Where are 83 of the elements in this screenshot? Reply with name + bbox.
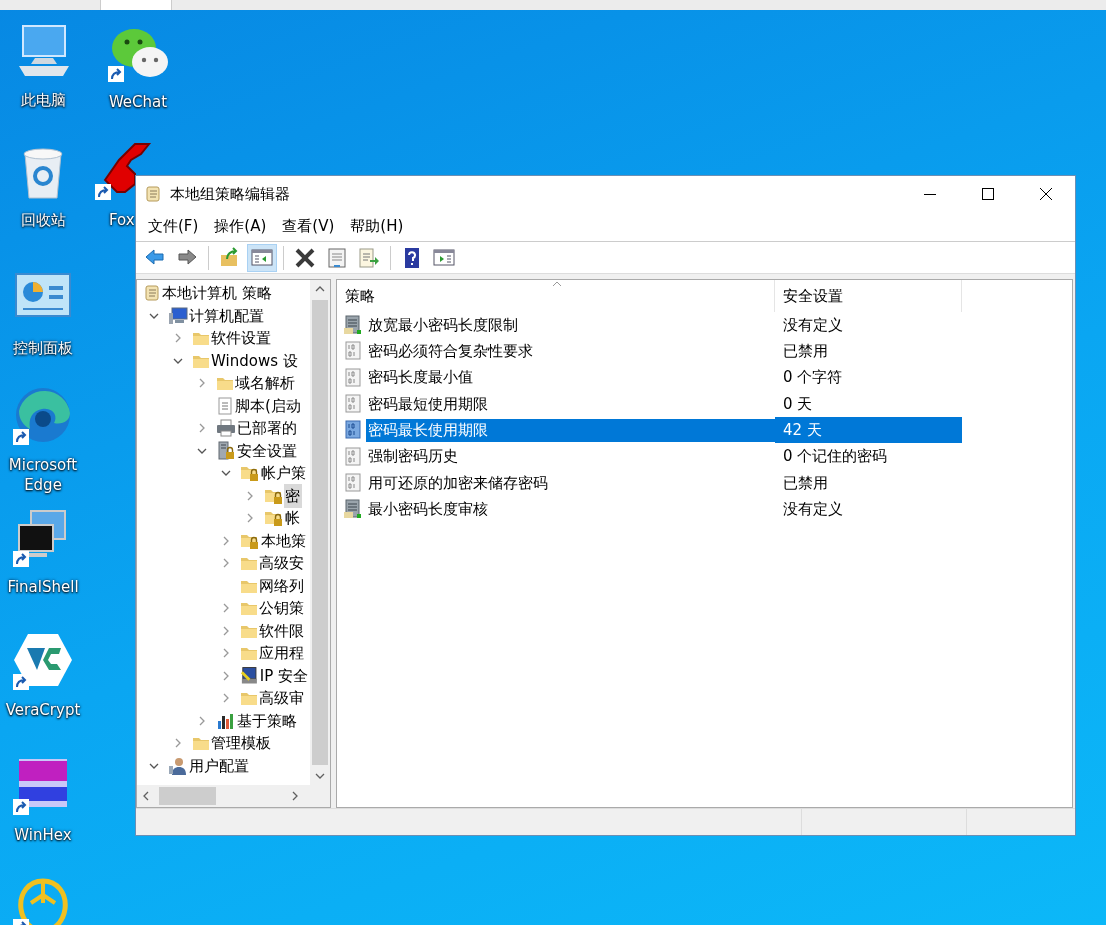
tree-item[interactable]: 高级审 [258,686,306,711]
tree-item[interactable]: 网络列 [258,573,306,598]
edge-logo-icon [13,385,73,445]
binary-document-icon [343,420,363,441]
policy-name: 密码最短使用期限 [367,393,489,415]
policy-name: 密码必须符合复杂性要求 [367,341,534,363]
binary-document-icon [343,394,363,415]
policy-name: 密码长度最小值 [367,367,474,389]
tree-item[interactable]: 脚本(启动 [234,393,303,418]
setting-value: 没有定义 [782,314,844,336]
tree-item[interactable]: 软件限 [258,618,306,643]
list-row[interactable]: 用可还原的加密来储存密码 已禁用 [337,469,1072,497]
ip-security-icon [240,665,259,686]
setting-value: 0 天 [782,393,814,415]
menu-item[interactable]: 操作(A) [206,213,275,240]
policy-name: 密码最长使用期限 [366,419,775,442]
tree-item[interactable]: 用户配置 [188,753,251,778]
vertical-scrollbar[interactable] [310,280,330,785]
computer-icon [168,306,188,325]
script-icon [216,396,234,415]
pane-icon [251,246,273,269]
printer-icon [216,419,236,438]
list-row[interactable]: 最小密码长度审核 没有定义 [337,496,1072,523]
tree-item[interactable]: 已部署的 [236,416,299,441]
policy-name: 用可还原的加密来储存密码 [367,472,549,494]
export-document-icon [358,246,380,269]
column-header[interactable]: 策略 [337,280,775,312]
list-row[interactable]: 放宽最小密码长度限制 没有定义 [337,312,1072,339]
tree-item[interactable]: 帐 [284,506,302,531]
maximize-icon [980,186,996,202]
horizontal-scrollbar[interactable] [137,785,330,807]
tree-item[interactable]: 帐户策 [260,461,308,486]
minimize-icon [922,193,938,195]
setting-value: 没有定义 [782,498,844,520]
list-row[interactable]: 密码必须符合复杂性要求 已禁用 [337,338,1072,365]
server-icon [343,499,363,520]
setting-value: 0 个字符 [782,367,844,389]
policy-name: 最小密码长度审核 [367,498,489,520]
tree-item[interactable]: IP 安全 [258,663,310,688]
menu-item[interactable]: 查看(V) [274,213,343,240]
binary-document-icon [343,472,363,493]
tree-item[interactable]: 安全设置 [236,438,299,463]
tree-item[interactable]: 本地策 [260,528,308,553]
tree-item[interactable]: 软件设置 [210,326,273,351]
x-icon [294,246,316,269]
pane-icon [433,246,455,269]
document-icon [326,246,348,269]
setting-value: 已禁用 [782,472,829,494]
binary-document-icon [343,367,363,388]
policy-name: 强制密码历史 [367,446,459,468]
browser-tab[interactable] [100,0,172,10]
server-icon [343,315,363,336]
binary-document-icon [343,446,363,467]
close-icon [1038,186,1054,202]
column-header[interactable]: 安全设置 [775,280,962,312]
setting-value: 0 个记住的密码 [782,446,889,468]
scroll-icon [143,284,161,303]
tree-item[interactable]: 本地计算机 策略 [161,281,274,306]
user-icon [168,755,188,776]
tree-item[interactable]: Windows 设 [210,348,300,373]
tree-item[interactable]: 公钥策 [258,596,306,621]
menu-item[interactable]: 帮助(H) [342,213,412,240]
bar-chart-icon [216,711,236,730]
tree-item[interactable]: 管理模板 [210,731,273,756]
tree-item[interactable]: 域名解析 [234,371,297,396]
policy-name: 放宽最小密码长度限制 [367,314,519,336]
list-row[interactable]: 密码长度最小值 0 个字符 [337,364,1072,391]
menu-item[interactable]: 文件(F) [140,213,207,240]
setting-value: 已禁用 [782,341,829,363]
tree-item[interactable]: 应用程 [258,641,306,666]
list-row[interactable]: 密码最长使用期限 42 天 [337,417,1072,444]
list-row[interactable]: 强制密码历史 0 个记住的密码 [337,443,1072,470]
setting-value: 42 天 [775,417,962,444]
tree-item[interactable]: 密 [284,483,302,508]
binary-document-icon [343,341,363,362]
locked-server-icon [216,440,236,461]
list-row[interactable]: 密码最短使用期限 0 天 [337,390,1072,418]
tree-item[interactable]: 基于策略 [236,708,299,733]
tree-item[interactable]: 计算机配置 [188,303,266,328]
scroll-icon [144,185,162,204]
sort-caret-icon [552,280,562,288]
window-title: 本地组策略编辑器 [170,183,290,205]
tree-item[interactable]: 高级安 [258,551,306,576]
